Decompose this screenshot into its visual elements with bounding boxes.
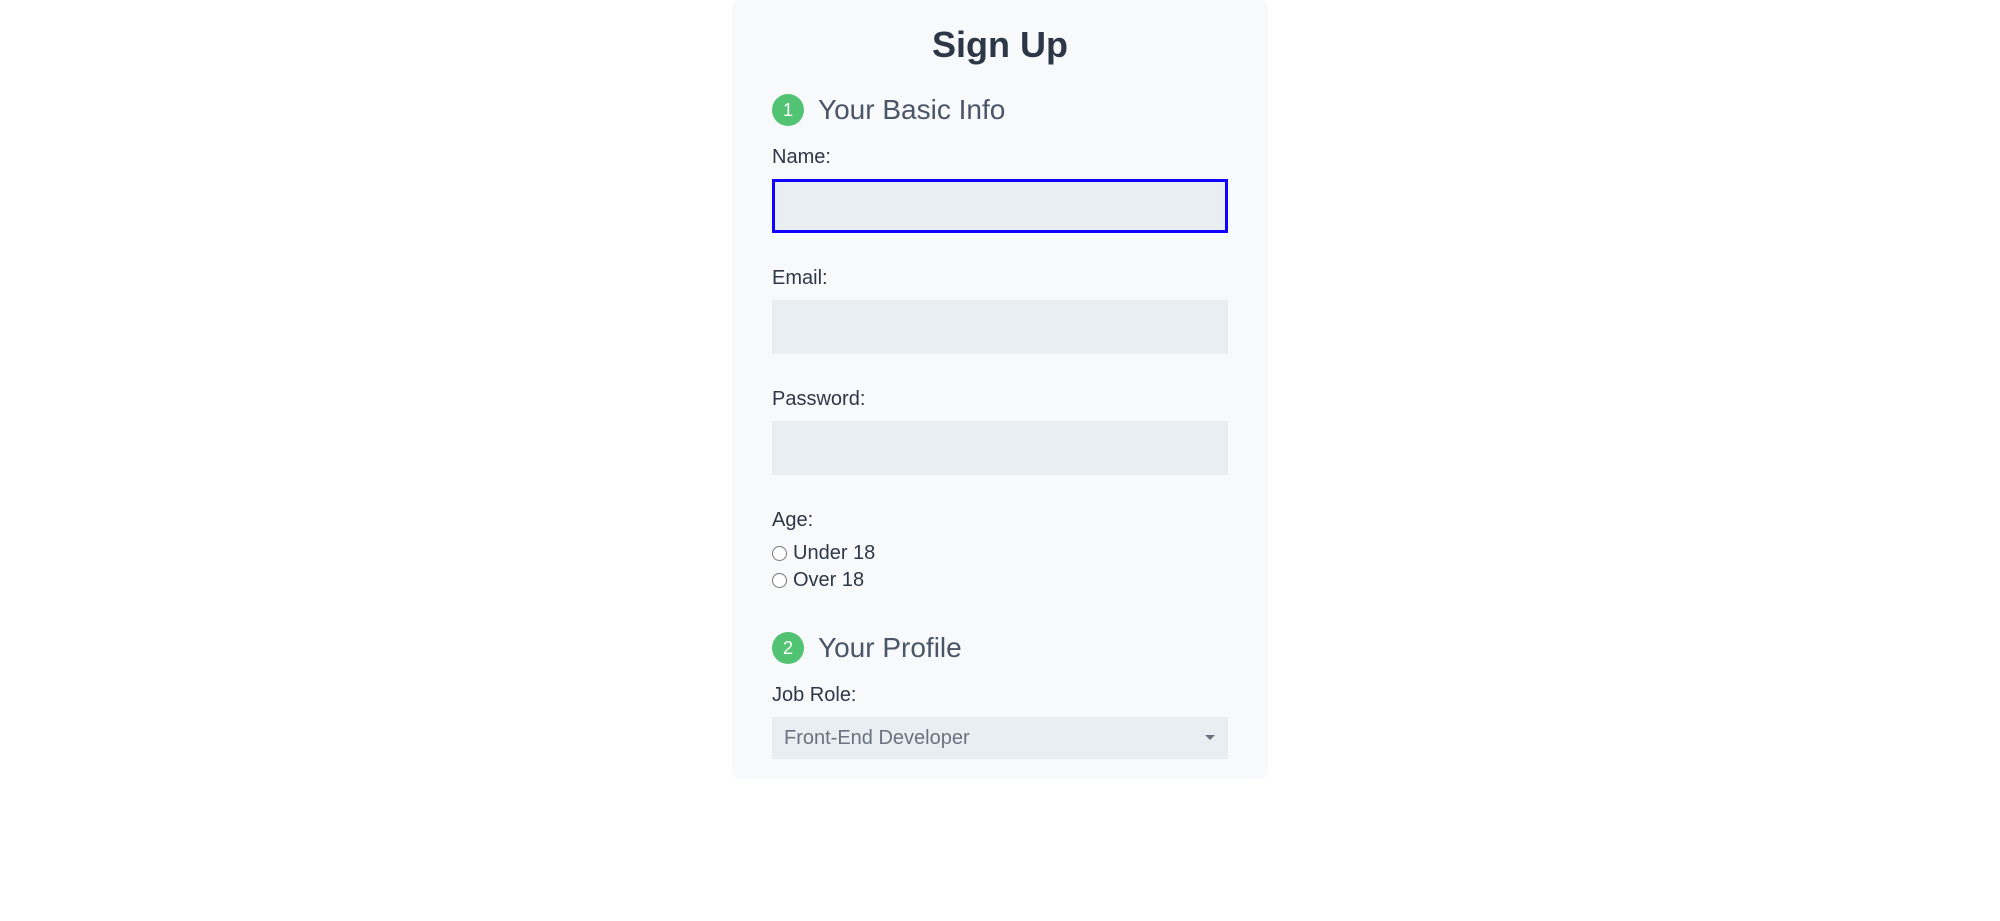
age-over-18-row: Over 18 bbox=[772, 569, 1228, 592]
email-input[interactable] bbox=[772, 300, 1228, 354]
age-label: Age: bbox=[772, 509, 1228, 532]
age-over-18-radio[interactable] bbox=[772, 573, 787, 588]
name-field-group: Name: bbox=[772, 146, 1228, 233]
age-under-18-row: Under 18 bbox=[772, 542, 1228, 565]
page-title: Sign Up bbox=[772, 24, 1228, 66]
signup-form-card: Sign Up 1 Your Basic Info Name: Email: P… bbox=[732, 0, 1268, 779]
section-1-title: Your Basic Info bbox=[818, 94, 1005, 126]
age-under-18-label: Under 18 bbox=[793, 542, 875, 565]
email-field-group: Email: bbox=[772, 267, 1228, 354]
name-label: Name: bbox=[772, 146, 1228, 169]
age-under-18-radio[interactable] bbox=[772, 546, 787, 561]
password-input[interactable] bbox=[772, 421, 1228, 475]
password-field-group: Password: bbox=[772, 388, 1228, 475]
age-over-18-label: Over 18 bbox=[793, 569, 864, 592]
section-2-legend: 2 Your Profile bbox=[772, 632, 1228, 664]
age-field-group: Age: Under 18 Over 18 bbox=[772, 509, 1228, 592]
name-input[interactable] bbox=[772, 179, 1228, 233]
section-1-badge: 1 bbox=[772, 94, 804, 126]
section-2-badge: 2 bbox=[772, 632, 804, 664]
section-1-legend: 1 Your Basic Info bbox=[772, 94, 1228, 126]
section-2-title: Your Profile bbox=[818, 632, 962, 664]
jobrole-field-group: Job Role: Front-End Developer bbox=[772, 684, 1228, 759]
email-label: Email: bbox=[772, 267, 1228, 290]
jobrole-label: Job Role: bbox=[772, 684, 1228, 707]
password-label: Password: bbox=[772, 388, 1228, 411]
jobrole-select[interactable]: Front-End Developer bbox=[772, 717, 1228, 759]
